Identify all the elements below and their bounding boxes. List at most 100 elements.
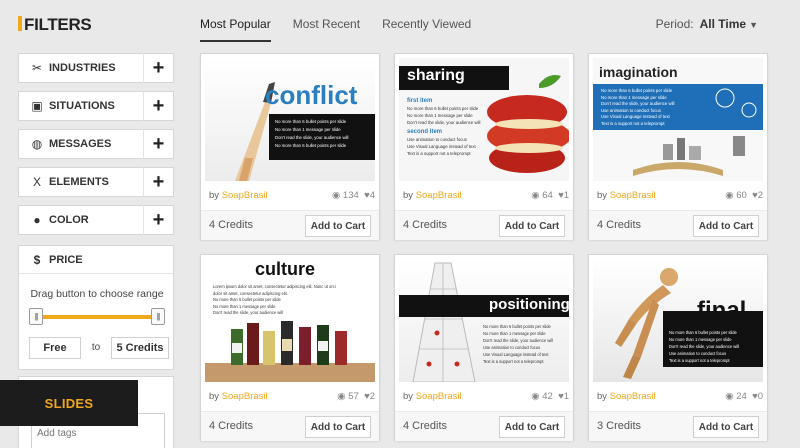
eye-icon: ◉ — [725, 391, 734, 402]
slide-thumbnail[interactable]: positioning No more than 6 bullet points… — [399, 259, 569, 382]
slide-title: culture — [255, 259, 316, 279]
period-label: Period: — [655, 17, 694, 31]
card-footer: 3 Credits Add to Cart — [589, 411, 767, 441]
slide-card[interactable]: positioning No more than 6 bullet points… — [394, 254, 574, 441]
filter-color[interactable]: ● COLOR + — [18, 205, 174, 235]
add-to-cart-button[interactable]: Add to Cart — [499, 215, 565, 237]
filters-title: FILTERS — [18, 15, 92, 35]
add-to-cart-button[interactable]: Add to Cart — [305, 416, 371, 438]
period-selector[interactable]: Period: All Time ▼ — [656, 17, 758, 31]
filter-label: MESSAGES — [49, 138, 112, 150]
bullet: dolor sit amet, consectetur adipiscing e… — [213, 290, 288, 296]
slide-thumbnail[interactable]: final No more than 6 bullet points per s… — [593, 259, 763, 382]
bullet: Use animation to conduct focus — [669, 351, 727, 356]
slide-thumbnail[interactable]: imagination No more than 6 bullet points… — [593, 58, 763, 181]
expand-industries-button[interactable]: + — [143, 53, 173, 83]
slide-title: sharing — [407, 67, 465, 84]
add-to-cart-button[interactable]: Add to Cart — [693, 416, 759, 438]
price-label: PRICE — [49, 253, 83, 266]
like-count: 1 — [563, 190, 569, 201]
card-meta: by SoapBrasil ◉ 24 ♥0 — [597, 391, 763, 402]
bullet: Use animation to conduct focus — [483, 345, 541, 350]
slide-card[interactable]: culture Lorem ipsum dolor sit amet, cons… — [200, 254, 380, 441]
slide-card[interactable]: conflict No more than 6 bullet points pe… — [200, 53, 380, 240]
filter-label: INDUSTRIES — [49, 62, 116, 74]
slide-card[interactable]: final No more than 6 bullet points per s… — [588, 254, 768, 441]
tab-most-recent[interactable]: Most Recent — [293, 0, 360, 42]
slides-badge: SLIDES — [0, 380, 138, 426]
slide-bullets: No more than 6 bullet points per slide N… — [275, 118, 371, 150]
price-from-field[interactable]: Free — [29, 337, 81, 359]
expand-situations-button[interactable]: + — [143, 91, 173, 121]
filter-elements[interactable]: X ELEMENTS + — [18, 167, 174, 197]
card-footer: 4 Credits Add to Cart — [589, 210, 767, 240]
eye-icon: ◉ — [531, 190, 540, 201]
by-label: by — [597, 190, 608, 201]
period-value: All Time — [699, 17, 747, 31]
eye-icon: ◉ — [531, 391, 540, 402]
price-to-field[interactable]: 5 Credits — [111, 337, 169, 359]
bullet-heading: first item — [407, 98, 433, 104]
card-stats: ◉ 57 ♥2 — [337, 391, 375, 402]
bullet: Use Visual Language instead of text — [601, 114, 670, 120]
expand-elements-button[interactable]: + — [143, 167, 173, 197]
bullet: No more than 6 bullet points per slide — [601, 88, 673, 93]
credits-label: 4 Credits — [403, 219, 448, 231]
range-min-handle[interactable]: ||| — [29, 308, 43, 325]
view-count: 42 — [542, 391, 553, 402]
expand-messages-button[interactable]: + — [143, 129, 173, 159]
author-link[interactable]: SoapBrasil — [610, 190, 656, 201]
card-meta: by SoapBrasil ◉ 64 ♥1 — [403, 190, 569, 201]
drop-icon: ● — [33, 213, 41, 227]
by-label: by — [403, 190, 414, 201]
add-to-cart-button[interactable]: Add to Cart — [499, 416, 565, 438]
filter-messages[interactable]: ◍ MESSAGES + — [18, 129, 174, 159]
author-link[interactable]: SoapBrasil — [416, 190, 462, 201]
card-stats: ◉ 60 ♥2 — [725, 190, 763, 201]
expand-color-button[interactable]: + — [143, 205, 173, 235]
author-link[interactable]: SoapBrasil — [610, 391, 656, 402]
like-count: 2 — [369, 391, 375, 402]
slide-thumbnail[interactable]: culture Lorem ipsum dolor sit amet, cons… — [205, 259, 375, 382]
credits-label: 4 Credits — [403, 420, 448, 432]
card-meta: by SoapBrasil ◉ 60 ♥2 — [597, 190, 763, 201]
card-footer: 4 Credits Add to Cart — [395, 411, 573, 441]
filter-industries[interactable]: ✂ INDUSTRIES + — [18, 53, 174, 83]
bullet: Text is a support not a teleprompt — [669, 358, 730, 363]
slide-thumbnail[interactable]: sharing first item No more than 6 bullet… — [399, 58, 569, 181]
slide-title: final — [697, 297, 747, 324]
slide-title: conflict — [265, 80, 358, 110]
bullet: No more than 1 message per slide — [669, 337, 732, 342]
slide-card[interactable]: imagination No more than 6 bullet points… — [588, 53, 768, 240]
bullet: No more than 6 bullet points per slide — [275, 119, 347, 124]
price-range-track[interactable] — [35, 315, 159, 319]
bullet: No more than 1 message per slide — [483, 331, 546, 336]
card-stats: ◉ 64 ♥1 — [531, 190, 569, 201]
by-label: by — [209, 391, 220, 402]
card-footer: 4 Credits Add to Cart — [201, 411, 379, 441]
slide-thumbnail[interactable]: conflict No more than 6 bullet points pe… — [205, 58, 375, 181]
author-link[interactable]: SoapBrasil — [416, 391, 462, 402]
add-to-cart-button[interactable]: Add to Cart — [693, 215, 759, 237]
by-label: by — [403, 391, 414, 402]
bullet: Don't read the slide, your audience will — [275, 135, 349, 140]
slide-bullets: Lorem ipsum dolor sit amet, consectetur … — [213, 284, 369, 317]
bullet: No more than 6 bullet points per slide — [275, 143, 347, 148]
range-max-handle[interactable]: ||| — [151, 308, 165, 325]
add-to-cart-button[interactable]: Add to Cart — [305, 215, 371, 237]
tools-icon: ✂ — [31, 61, 43, 75]
filter-label: ELEMENTS — [49, 176, 109, 188]
author-link[interactable]: SoapBrasil — [222, 190, 268, 201]
author-link[interactable]: SoapBrasil — [222, 391, 268, 402]
bullet: Lorem ipsum dolor sit amet, consectetur … — [213, 284, 336, 289]
slide-card[interactable]: sharing first item No more than 6 bullet… — [394, 53, 574, 240]
card-stats: ◉ 24 ♥0 — [725, 391, 763, 402]
like-count: 2 — [757, 190, 763, 201]
filter-situations[interactable]: ▣ SITUATIONS + — [18, 91, 174, 121]
tab-recently-viewed[interactable]: Recently Viewed — [382, 0, 471, 42]
credits-label: 4 Credits — [209, 219, 254, 231]
bullet: Text is a support not a teleprompt — [601, 120, 665, 126]
filter-label: SITUATIONS — [49, 100, 115, 112]
tab-most-popular[interactable]: Most Popular — [200, 0, 271, 42]
slide-title: imagination — [599, 64, 678, 80]
